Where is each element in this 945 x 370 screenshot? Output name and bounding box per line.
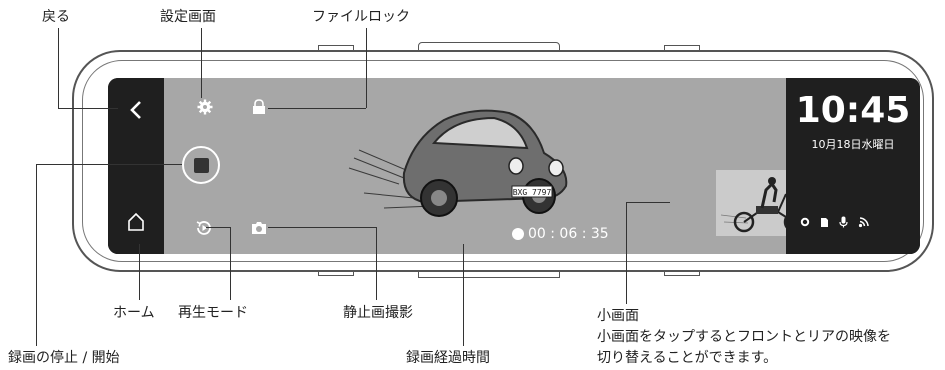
leader-sub-h: [626, 202, 670, 204]
record-stop-button[interactable]: [182, 146, 220, 184]
label-file-lock: ファイルロック: [312, 9, 410, 25]
record-stop-icon: [193, 157, 209, 173]
label-playback-mode: 再生モード: [178, 305, 248, 321]
sd-card-icon: [821, 217, 828, 227]
gear-icon: [197, 99, 213, 115]
leader-file-lock: [366, 28, 368, 108]
leader-home: [139, 244, 141, 300]
leader-sub: [626, 202, 628, 304]
camera-icon: [252, 222, 266, 234]
wifi-icon: [858, 217, 869, 228]
leader-record-h: [36, 164, 182, 166]
file-lock-button[interactable]: [244, 92, 274, 122]
clock-date: 10月18日水曜日: [811, 138, 895, 151]
leader-record: [36, 164, 38, 346]
settings-button[interactable]: [190, 92, 220, 122]
rec-dot-icon: [512, 228, 524, 240]
leader-back: [58, 28, 60, 108]
label-settings: 設定画面: [160, 9, 216, 25]
leader-elapsed: [463, 244, 465, 346]
label-still-capture: 静止画撮影: [343, 305, 413, 321]
home-button[interactable]: [118, 204, 154, 240]
leader-settings: [201, 28, 203, 98]
label-back: 戻る: [42, 9, 70, 25]
leader-playback-h: [206, 227, 230, 229]
right-sidebar: 10:45 10月18日水曜日: [786, 78, 920, 254]
label-sub-screen-desc-1: 小画面をタップするとフロントとリアの映像を: [597, 329, 891, 345]
elapsed-time: 00 : 06 : 35: [512, 226, 609, 242]
leader-playback: [230, 227, 232, 300]
leader-file-lock-h: [268, 108, 366, 110]
home-icon: [128, 212, 144, 231]
left-sidebar: [108, 78, 164, 254]
elapsed-time-value: 00 : 06 : 35: [528, 226, 609, 242]
chevron-left-icon: [130, 101, 141, 119]
label-sub-screen: 小画面: [597, 308, 639, 324]
label-elapsed-time: 録画経過時間: [406, 350, 490, 366]
license-plate: BXG 7797: [513, 188, 552, 197]
main-camera-view[interactable]: BXG 7797 00 : 06 : 35: [164, 78, 822, 254]
car-illustration: BXG 7797: [348, 109, 568, 217]
mic-icon: [839, 216, 848, 228]
lock-icon: [253, 99, 265, 114]
leader-back-h: [58, 108, 118, 110]
leader-still: [376, 227, 378, 300]
status-bar: [800, 214, 910, 230]
leader-still-h: [268, 227, 376, 229]
clock-time: 10:45: [795, 90, 911, 131]
label-home: ホーム: [113, 305, 155, 321]
label-sub-screen-desc-2: 切り替えることができます。: [597, 350, 778, 366]
label-stop-start-recording: 録画の停止 / 開始: [8, 350, 120, 366]
back-button[interactable]: [118, 92, 154, 128]
gps-dot-icon: [800, 217, 810, 227]
